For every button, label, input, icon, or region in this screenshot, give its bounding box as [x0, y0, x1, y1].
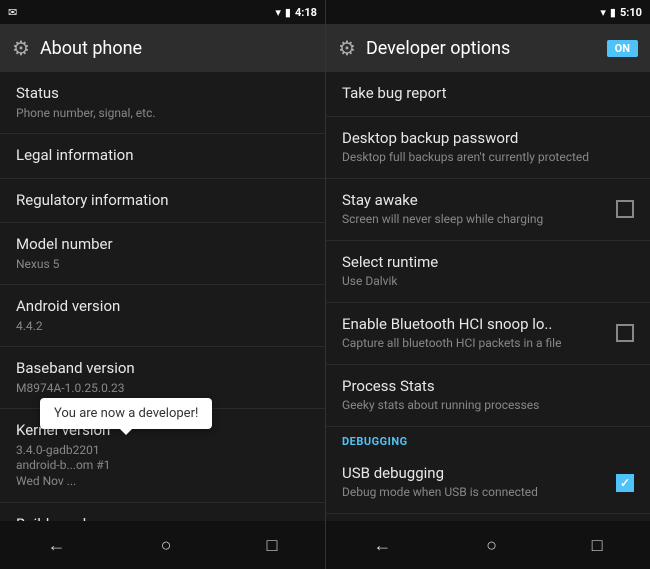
list-item-bug-report[interactable]: Take bug report [326, 72, 650, 117]
list-item-bluetooth-snoop[interactable]: Enable Bluetooth HCI snoop lo.. Capture … [326, 303, 650, 365]
list-item-stay-awake[interactable]: Stay awake Screen will never sleep while… [326, 179, 650, 241]
bluetooth-snoop-checkbox[interactable] [616, 324, 634, 342]
item-subtitle-status: Phone number, signal, etc. [16, 106, 309, 122]
item-title-legal: Legal information [16, 146, 309, 166]
list-item-status[interactable]: Status Phone number, signal, etc. [0, 72, 325, 134]
title-bar-left: ⚙ About phone [0, 24, 325, 72]
title-bar-right: ⚙ Developer options ON [326, 24, 650, 72]
left-panel: ✉ ▾ ▮ 4:18 ⚙ About phone Status Phone nu… [0, 0, 325, 569]
wifi-icon-left: ▾ [275, 6, 281, 19]
item-title-process-stats: Process Stats [342, 377, 634, 397]
item-title-stay-awake: Stay awake [342, 191, 608, 211]
nav-bar-left: ← ○ □ [0, 521, 325, 569]
item-title-regulatory: Regulatory information [16, 191, 309, 211]
item-title-baseband: Baseband version [16, 359, 309, 379]
back-button-right[interactable]: ← [353, 527, 411, 564]
usb-debugging-content: USB debugging Debug mode when USB is con… [342, 464, 608, 501]
status-bar-right: ▾ ▮ 5:10 [326, 0, 650, 24]
recents-button-left[interactable]: □ [247, 527, 298, 564]
page-title-right: Developer options [366, 38, 510, 59]
time-left: 4:18 [295, 6, 317, 19]
list-item-build[interactable]: Build number KOT49H [0, 503, 325, 521]
home-button-right[interactable]: ○ [466, 527, 517, 564]
usb-debugging-checkbox[interactable] [616, 474, 634, 492]
wifi-icon-right: ▾ [600, 6, 606, 19]
item-subtitle-backup-password: Desktop full backups aren't currently pr… [342, 150, 634, 166]
dev-options-icon: ⚙ [338, 36, 356, 60]
item-title-status: Status [16, 84, 309, 104]
item-title-backup-password: Desktop backup password [342, 129, 634, 149]
item-subtitle-android: 4.4.2 [16, 319, 309, 335]
item-subtitle-baseband: M8974A-1.0.25.0.23 [16, 381, 309, 397]
right-panel: ▾ ▮ 5:10 ⚙ Developer options ON Take bug… [325, 0, 650, 569]
nav-bar-right: ← ○ □ [326, 521, 650, 569]
time-right: 5:10 [620, 6, 642, 19]
status-bar-left: ✉ ▾ ▮ 4:18 [0, 0, 325, 24]
page-title-left: About phone [40, 38, 142, 59]
content-left: Status Phone number, signal, etc. Legal … [0, 72, 325, 521]
item-title-usb-debugging: USB debugging [342, 464, 608, 484]
list-item-legal[interactable]: Legal information [0, 134, 325, 179]
settings-icon: ⚙ [12, 36, 30, 60]
list-item-process-stats[interactable]: Process Stats Geeky stats about running … [326, 365, 650, 427]
list-item-runtime[interactable]: Select runtime Use Dalvik [326, 241, 650, 303]
list-item-regulatory[interactable]: Regulatory information [0, 179, 325, 224]
item-title-bluetooth-snoop: Enable Bluetooth HCI snoop lo.. [342, 315, 608, 335]
item-subtitle-model: Nexus 5 [16, 257, 309, 273]
content-right: Take bug report Desktop backup password … [326, 72, 650, 521]
item-subtitle-stay-awake: Screen will never sleep while charging [342, 212, 608, 228]
item-subtitle-bluetooth-snoop: Capture all bluetooth HCI packets in a f… [342, 336, 608, 352]
bluetooth-snoop-content: Enable Bluetooth HCI snoop lo.. Capture … [342, 315, 608, 352]
item-subtitle-kernel: 3.4.0-gadb2201android-b...om #1Wed Nov .… [16, 443, 309, 490]
list-item-android[interactable]: Android version 4.4.2 [0, 285, 325, 347]
list-item-backup-password[interactable]: Desktop backup password Desktop full bac… [326, 117, 650, 179]
item-title-runtime: Select runtime [342, 253, 634, 273]
item-title-model: Model number [16, 235, 309, 255]
item-subtitle-runtime: Use Dalvik [342, 274, 634, 290]
on-toggle[interactable]: ON [607, 40, 638, 57]
item-subtitle-usb-debugging: Debug mode when USB is connected [342, 485, 608, 501]
battery-icon-right: ▮ [610, 6, 616, 19]
stay-awake-content: Stay awake Screen will never sleep while… [342, 191, 608, 228]
email-icon: ✉ [8, 6, 17, 19]
back-button-left[interactable]: ← [28, 527, 86, 564]
list-item-usb-debugging[interactable]: USB debugging Debug mode when USB is con… [326, 452, 650, 514]
list-item-model[interactable]: Model number Nexus 5 [0, 223, 325, 285]
item-subtitle-process-stats: Geeky stats about running processes [342, 398, 634, 414]
developer-tooltip: You are now a developer! [40, 398, 212, 429]
debugging-section-header: DEBUGGING [326, 427, 650, 452]
item-title-android: Android version [16, 297, 309, 317]
item-title-bug-report: Take bug report [342, 84, 634, 104]
stay-awake-checkbox[interactable] [616, 200, 634, 218]
recents-button-right[interactable]: □ [572, 527, 623, 564]
battery-icon-left: ▮ [285, 6, 291, 19]
home-button-left[interactable]: ○ [141, 527, 192, 564]
